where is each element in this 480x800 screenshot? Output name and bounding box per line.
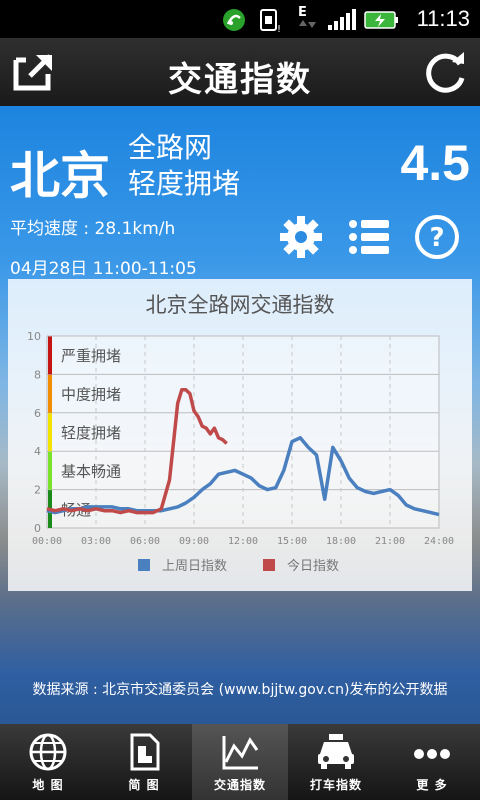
nav-label: 打车指数 <box>309 778 362 792</box>
band-label: 严重拥堵 <box>61 347 121 365</box>
legend-label: 上周日指数 <box>162 559 227 574</box>
y-tick-label: 10 <box>27 330 41 343</box>
x-tick-label: 24:00 <box>424 536 454 547</box>
page-title: 交通指数 <box>168 60 312 100</box>
refresh-icon[interactable] <box>424 50 468 94</box>
signal-strength-icon <box>328 9 356 30</box>
traffic-index-chart-card: 畅通 基本畅通 轻度拥堵 中度拥堵 严重拥堵 00:00 03:00 06:00 09:00 12… <box>8 279 472 591</box>
band-color-strip <box>48 336 52 375</box>
nav-item-more[interactable]: 更 多 <box>384 724 480 800</box>
traffic-index-chart: 畅通基本畅通轻度拥堵中度拥堵严重拥堵00:00 03:00 06:00 09:00 12… <box>27 330 454 574</box>
band-color-strip <box>48 451 52 490</box>
sim-card-icon: ! <box>260 9 281 34</box>
y-tick-label: 2 <box>34 484 41 497</box>
x-tick-label: 00:00 <box>32 536 62 547</box>
band-label: 中度拥堵 <box>61 386 121 404</box>
taxi-icon <box>318 734 354 769</box>
traffic-index-value: 4.5 <box>400 135 470 191</box>
nav-item-simple-map[interactable]: 简 图 <box>96 724 192 800</box>
app-notification-icon <box>223 9 245 31</box>
main-content: 北京 全路网 轻度拥堵 4.5 平均速度 : 28.1km/h 04月28日 1… <box>0 106 480 724</box>
help-icon[interactable]: ? <box>414 214 460 260</box>
nav-item-taxi-index[interactable]: 打车指数 <box>288 724 384 800</box>
scope-label: 全路网 <box>128 131 213 164</box>
legend-swatch <box>263 559 275 571</box>
band-label: 轻度拥堵 <box>61 424 121 442</box>
chart-icon <box>222 736 259 770</box>
app-header: 交通指数 <box>0 38 480 106</box>
data-source-text: 数据来源 : 北京市交通委员会 (www.bjjtw.gov.cn)发布的公开数… <box>32 682 448 698</box>
average-speed: 平均速度 : 28.1km/h <box>10 219 176 239</box>
status-bar: ! E 11:13 <box>0 0 480 38</box>
nav-label: 更 多 <box>416 778 448 792</box>
time-range: 04月28日 11:00-11:05 <box>10 259 197 279</box>
legend-label: 今日指数 <box>287 558 339 574</box>
congestion-level: 轻度拥堵 <box>128 167 241 200</box>
x-tick-label: 21:00 <box>375 536 405 547</box>
nav-item-map[interactable]: 地 图 <box>0 724 96 800</box>
x-tick-label: 03:00 <box>81 536 111 547</box>
band-color-strip <box>48 412 52 452</box>
legend-swatch <box>138 559 150 571</box>
signal-type-label: E <box>298 5 307 20</box>
y-tick-label: 6 <box>34 407 41 420</box>
nav-label: 简 图 <box>128 778 160 792</box>
band-label: 基本畅通 <box>61 462 121 480</box>
x-tick-label: 06:00 <box>130 536 160 547</box>
y-tick-label: 4 <box>34 445 41 458</box>
svg-text:?: ? <box>429 223 444 253</box>
x-tick-label: 15:00 <box>277 536 307 547</box>
more-icon <box>414 749 450 759</box>
bottom-nav: 地 图 简 图 交通指数 打车指数 更 多 <box>0 724 480 800</box>
battery-charging-icon <box>364 11 398 29</box>
city-name: 北京 <box>10 147 110 205</box>
x-tick-label: 12:00 <box>228 536 258 547</box>
list-icon[interactable] <box>346 214 392 260</box>
status-time: 11:13 <box>416 6 470 31</box>
nav-item-traffic-index[interactable]: 交通指数 <box>192 724 288 800</box>
chart-title: 北京全路网交通指数 <box>145 293 335 317</box>
data-arrows-icon: E <box>298 5 316 28</box>
document-icon <box>130 733 160 771</box>
gear-icon[interactable] <box>278 214 324 260</box>
nav-label: 交通指数 <box>213 778 266 792</box>
x-tick-label: 09:00 <box>179 536 209 547</box>
y-tick-label: 8 <box>34 368 41 381</box>
band-color-strip <box>48 374 52 413</box>
x-tick-label: 18:00 <box>326 536 356 547</box>
nav-label: 地 图 <box>32 778 64 792</box>
y-tick-label: 0 <box>34 522 41 535</box>
svg-text:!: ! <box>277 24 281 34</box>
globe-icon <box>29 733 67 771</box>
